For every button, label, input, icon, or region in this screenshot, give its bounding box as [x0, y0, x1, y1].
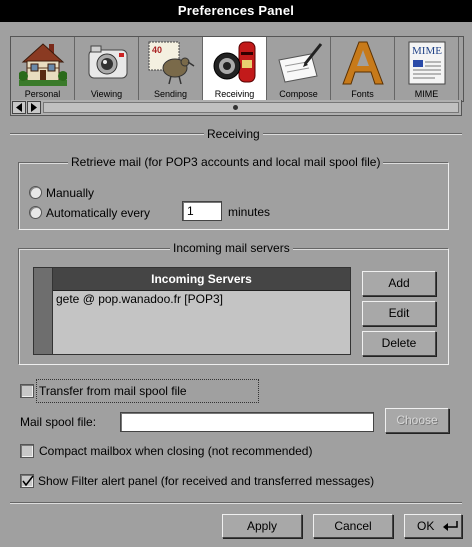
stamp-bird-icon: 40	[148, 41, 195, 85]
tab-compose[interactable]: Compose	[267, 37, 331, 101]
choose-button[interactable]: Choose	[385, 408, 449, 433]
tab-label: Compose	[279, 89, 318, 99]
tab-bar-scroller	[10, 100, 462, 116]
footer-separator	[10, 502, 462, 504]
camera-icon	[88, 45, 128, 79]
transfer-spool-checkbox[interactable]	[20, 384, 34, 398]
tab-viewing[interactable]: Viewing	[75, 37, 139, 101]
incoming-servers-title: Incoming mail servers	[170, 241, 293, 255]
pen-letter-icon	[278, 43, 323, 83]
tab-mime[interactable]: MIME MIME	[395, 37, 459, 101]
preferences-tab-bar: Personal Viewing 40 Sending Receiving Co…	[10, 36, 464, 102]
letter-a-icon	[342, 41, 384, 85]
filter-alert-label[interactable]: Show Filter alert panel (for received an…	[38, 474, 374, 488]
tab-scrollbar-track[interactable]	[43, 102, 459, 113]
compact-mailbox-label[interactable]: Compact mailbox when closing (not recomm…	[39, 444, 312, 458]
triangle-left-icon	[16, 103, 22, 112]
tab-label: Sending	[153, 89, 188, 99]
tab-label: MIME	[414, 89, 439, 99]
server-list-header[interactable]: Incoming Servers	[53, 268, 350, 291]
scroll-right-button[interactable]	[27, 101, 41, 114]
automatically-label: Automatically every	[46, 206, 151, 220]
tab-label: Fonts	[351, 89, 374, 99]
compact-mailbox-checkbox[interactable]	[20, 444, 34, 458]
preferences-window: Preferences Panel Personal Viewing 40 Se…	[0, 0, 472, 547]
window-title: Preferences Panel	[0, 0, 472, 22]
automatically-radio[interactable]	[29, 206, 42, 219]
retrieve-mail-title: Retrieve mail (for POP3 accounts and loc…	[68, 155, 384, 169]
tab-fonts[interactable]: Fonts	[331, 37, 395, 101]
tab-sending[interactable]: 40 Sending	[139, 37, 203, 101]
spool-file-input[interactable]	[120, 412, 374, 432]
server-row[interactable]: gete @ pop.wanadoo.fr [POP3]	[56, 292, 223, 306]
tab-label: Personal	[24, 89, 61, 99]
tab-personal[interactable]: Personal	[11, 37, 75, 101]
edit-server-button[interactable]: Edit	[362, 301, 436, 326]
server-list[interactable]: Incoming Servers gete @ pop.wanadoo.fr […	[33, 267, 351, 355]
cancel-button[interactable]: Cancel	[313, 514, 393, 538]
minutes-label: minutes	[228, 205, 271, 219]
house-icon	[19, 43, 67, 86]
ok-label: OK	[417, 519, 435, 533]
apply-button[interactable]: Apply	[222, 514, 302, 538]
mailbox-icon	[213, 41, 256, 83]
manually-label: Manually	[46, 186, 95, 200]
server-list-gutter	[34, 268, 53, 354]
svg-text:MIME: MIME	[412, 45, 442, 57]
svg-text:40: 40	[152, 45, 162, 55]
spool-file-label: Mail spool file:	[20, 415, 97, 429]
delete-server-button[interactable]: Delete	[362, 331, 436, 356]
mime-document-icon: MIME	[408, 41, 446, 85]
tab-label: Viewing	[90, 89, 123, 99]
add-server-button[interactable]: Add	[362, 271, 436, 296]
tab-receiving[interactable]: Receiving	[203, 37, 267, 101]
triangle-right-icon	[31, 103, 37, 112]
scroll-left-button[interactable]	[12, 101, 26, 114]
enter-key-icon	[443, 521, 458, 531]
filter-alert-checkbox[interactable]	[20, 474, 34, 488]
checkmark-icon	[22, 475, 34, 487]
scroll-thumb[interactable]	[233, 105, 238, 110]
ok-button[interactable]: OK	[404, 514, 462, 538]
transfer-spool-label[interactable]: Transfer from mail spool file	[39, 384, 187, 398]
tab-label: Receiving	[214, 89, 255, 99]
manually-radio[interactable]	[29, 186, 42, 199]
section-title: Receiving	[204, 127, 263, 141]
interval-input[interactable]: 1	[182, 201, 222, 221]
